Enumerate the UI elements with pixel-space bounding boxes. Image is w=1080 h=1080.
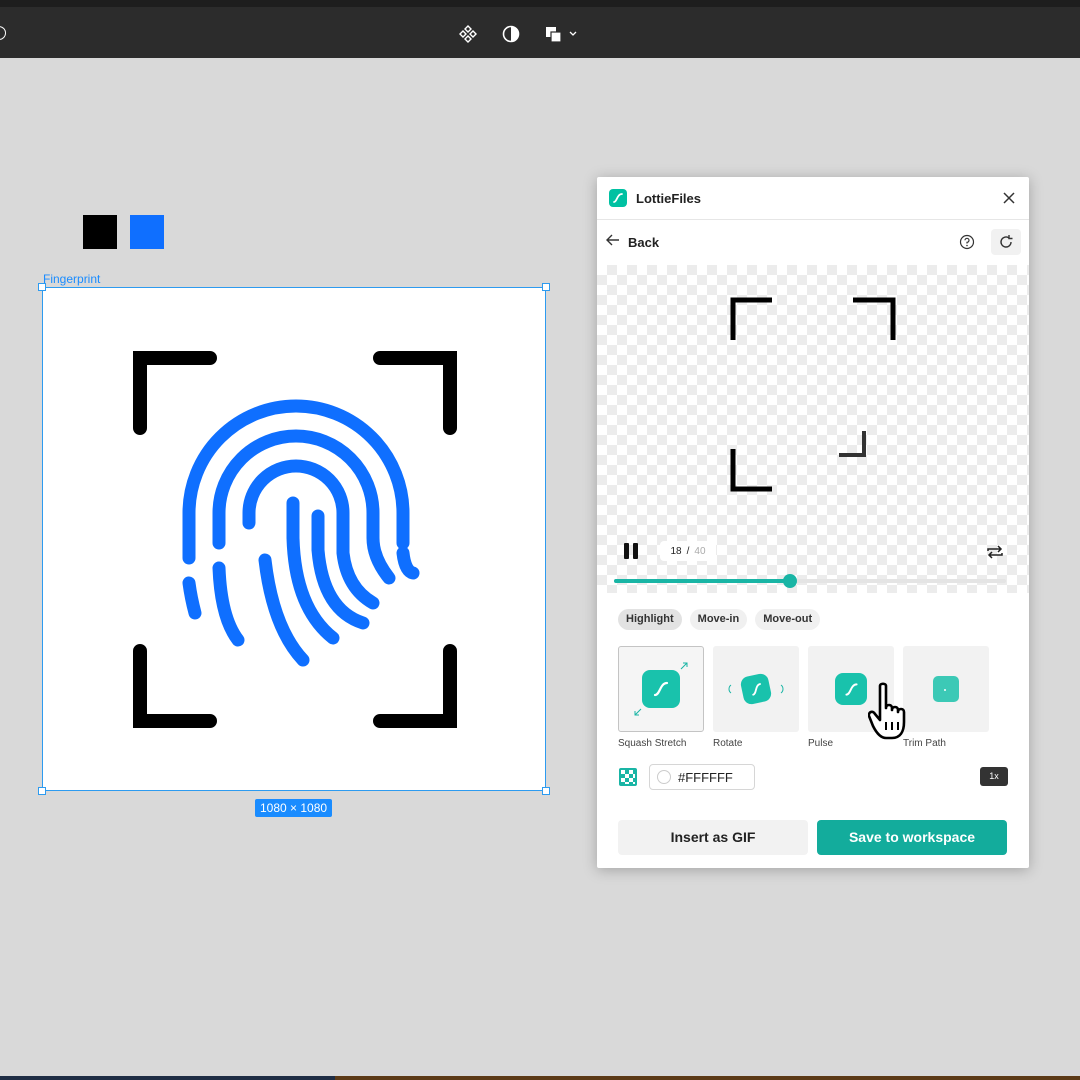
background-color-field[interactable]: #FFFFFF (649, 764, 755, 790)
component-icon[interactable] (456, 22, 480, 46)
preset-thumbnail[interactable] (713, 646, 799, 732)
preset-rotate[interactable]: Rotate (713, 646, 799, 749)
refresh-button[interactable] (991, 229, 1021, 255)
color-swatch-black[interactable] (83, 215, 117, 249)
animation-preview: 18 / 40 (597, 265, 1029, 593)
loop-icon[interactable] (985, 543, 1005, 561)
top-toolbar (0, 0, 1080, 58)
category-tabs: Highlight Move-in Move-out (618, 609, 821, 630)
background-color-row: #FFFFFF 1x (618, 764, 1008, 790)
speed-button[interactable]: 1x (980, 767, 1008, 786)
total-frames: 40 (694, 545, 706, 557)
lottiefiles-logo-icon (609, 189, 627, 207)
tab-move-out[interactable]: Move-out (755, 609, 821, 630)
frame-size-badge: 1080 × 1080 (255, 799, 333, 817)
timeline-progress (614, 579, 791, 583)
hand-cursor-icon (868, 682, 906, 740)
frame-separator: / (686, 545, 690, 557)
timeline-slider[interactable] (614, 574, 1006, 588)
resize-handle-bl[interactable] (38, 787, 46, 795)
save-to-workspace-button[interactable]: Save to workspace (817, 820, 1007, 855)
fingerprint-frame[interactable] (38, 283, 550, 795)
preset-label: Rotate (713, 738, 743, 749)
frame-counter[interactable]: 18 / 40 (660, 541, 716, 561)
rotate-arrow-icon (780, 684, 784, 694)
preset-label: Squash Stretch (618, 738, 687, 749)
lottie-preset-icon (835, 673, 867, 705)
transparency-icon[interactable] (619, 768, 637, 786)
lottie-preset-icon (642, 670, 680, 708)
back-arrow-icon[interactable] (605, 232, 621, 253)
close-icon[interactable] (1001, 190, 1017, 206)
frame-label[interactable]: Fingerprint (43, 272, 100, 286)
color-preview-dot[interactable] (657, 770, 671, 784)
bottom-strip (0, 1076, 1080, 1080)
back-button[interactable]: Back (628, 235, 659, 250)
panel-header: LottieFiles (597, 177, 1029, 220)
lottie-preset-icon (739, 672, 773, 706)
panel-title: LottieFiles (636, 190, 702, 206)
expand-arrow-icon (680, 662, 688, 670)
preset-squash-stretch[interactable]: Squash Stretch (618, 646, 704, 749)
circle-icon[interactable] (0, 26, 6, 40)
background-color-value[interactable]: #FFFFFF (678, 770, 733, 785)
help-icon[interactable] (959, 234, 975, 250)
pause-icon (624, 543, 638, 559)
resize-handle-tl[interactable] (38, 283, 46, 291)
current-frame[interactable]: 18 (670, 546, 681, 557)
nav-row: Back (597, 220, 1029, 264)
resize-handle-br[interactable] (542, 787, 550, 795)
tab-highlight[interactable]: Highlight (618, 609, 682, 630)
tab-move-in[interactable]: Move-in (689, 609, 748, 630)
refresh-icon (1000, 235, 1013, 248)
lottiefiles-panel: LottieFiles Back 18 / 40 Highlight Move-… (597, 177, 1029, 868)
color-swatch-blue[interactable] (130, 215, 164, 249)
preview-animation-frame (730, 297, 896, 492)
lottie-preset-icon (933, 676, 959, 702)
resize-handle-tr[interactable] (542, 283, 550, 291)
preset-thumbnail[interactable] (618, 646, 704, 732)
animation-presets: Squash Stretch Rotate Pulse Trim Path (618, 646, 989, 749)
insert-as-gif-button[interactable]: Insert as GIF (618, 820, 808, 855)
boolean-shapes-icon[interactable] (545, 22, 581, 46)
pause-button[interactable] (622, 542, 640, 560)
contrast-icon[interactable] (499, 22, 523, 46)
fingerprint-illustration (133, 351, 457, 728)
rotate-arrow-icon (728, 684, 732, 694)
shrink-arrow-icon (634, 708, 642, 716)
